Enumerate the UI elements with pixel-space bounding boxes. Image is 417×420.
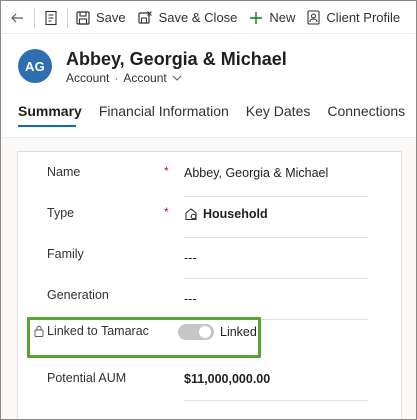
- save-close-icon: [138, 11, 152, 24]
- save-close-button[interactable]: Save & Close: [132, 2, 244, 34]
- client-profile-button[interactable]: Client Profile: [301, 2, 406, 34]
- field-family: Family ---: [30, 239, 368, 279]
- field-potential-aum: Potential AUM $11,000,000.00: [30, 361, 368, 401]
- form-selector-label: Account: [123, 70, 167, 85]
- toolbar-divider: [34, 7, 35, 28]
- required-indicator: *: [164, 164, 169, 178]
- contact-card-icon: [307, 10, 320, 25]
- plus-icon: [250, 11, 263, 24]
- type-value-text: Household: [203, 207, 268, 221]
- tab-summary[interactable]: Summary: [18, 101, 99, 131]
- command-bar: Save Save & Close New Client Profile: [2, 2, 416, 34]
- field-label: Name: [47, 165, 81, 179]
- separator-dot: ·: [114, 70, 119, 85]
- record-title: Abbey, Georgia & Michael: [66, 48, 287, 69]
- arrow-left-icon: [11, 13, 23, 22]
- form-selector[interactable]: Account: [123, 70, 182, 85]
- generation-value[interactable]: ---: [184, 292, 197, 306]
- household-type-icon: [185, 208, 197, 221]
- tab-list: Summary Financial Information Key Dates …: [18, 101, 416, 131]
- field-label: Family: [47, 247, 84, 261]
- document-icon: [45, 10, 57, 25]
- record-header: AG Abbey, Georgia & Michael Account · Ac…: [18, 45, 408, 87]
- tab-connections[interactable]: Connections: [327, 101, 416, 131]
- save-close-label: Save & Close: [158, 10, 238, 25]
- avatar: AG: [18, 49, 52, 83]
- field-type: Type * Household: [30, 198, 368, 238]
- chevron-down-icon: [172, 75, 182, 81]
- back-button[interactable]: [2, 2, 32, 34]
- app-window: Save Save & Close New Client Profile AG …: [0, 0, 417, 420]
- client-profile-label: Client Profile: [326, 10, 401, 25]
- field-generation: Generation ---: [30, 280, 368, 320]
- record-header-text: Abbey, Georgia & Michael Account · Accou…: [66, 48, 287, 85]
- toolbar-divider: [67, 7, 68, 28]
- save-button[interactable]: Save: [70, 2, 132, 34]
- field-name: Name * Abbey, Georgia & Michael: [30, 157, 368, 197]
- tab-key-dates[interactable]: Key Dates: [246, 101, 328, 131]
- field-label: Potential AUM: [47, 371, 127, 385]
- field-label: Type: [47, 206, 75, 220]
- type-value[interactable]: Household: [184, 207, 268, 221]
- record-subtitle: Account · Account: [66, 71, 287, 85]
- field-underline: [184, 400, 368, 401]
- field-label: Generation: [47, 288, 109, 302]
- field-underline: [184, 237, 368, 238]
- required-indicator: *: [164, 205, 169, 219]
- family-value[interactable]: ---: [184, 251, 197, 265]
- new-label: New: [269, 10, 296, 25]
- entity-name: Account: [66, 70, 110, 85]
- form-view-button[interactable]: [37, 2, 65, 34]
- save-label: Save: [96, 10, 126, 25]
- new-button[interactable]: New: [243, 2, 301, 34]
- field-underline: [184, 278, 368, 279]
- save-icon: [76, 10, 90, 25]
- highlight-box: [27, 317, 261, 358]
- name-value[interactable]: Abbey, Georgia & Michael: [184, 166, 328, 180]
- potential-aum-value[interactable]: $11,000,000.00: [184, 372, 270, 386]
- field-underline: [184, 196, 368, 197]
- tab-financial-information[interactable]: Financial Information: [99, 101, 246, 131]
